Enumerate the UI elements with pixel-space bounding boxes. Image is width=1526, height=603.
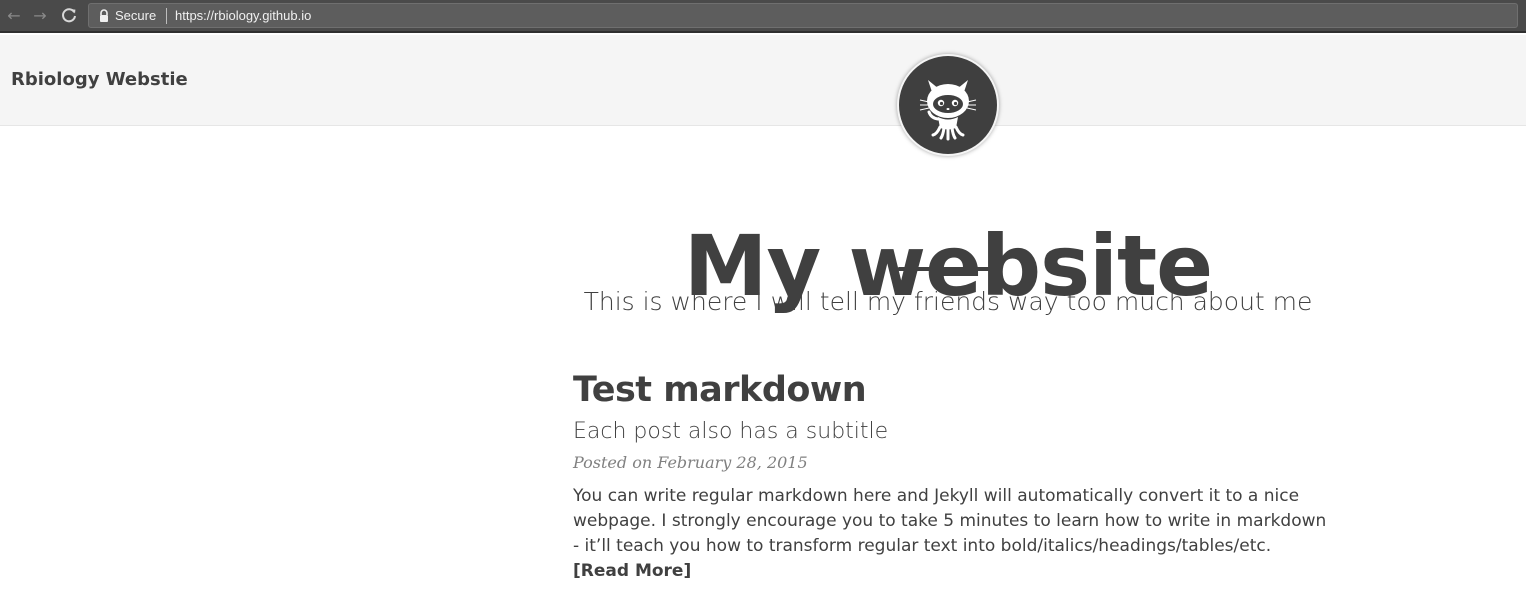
site-navbar: Rbiology Webstie: [0, 35, 1526, 126]
post-preview: Test markdown Each post also has a subti…: [573, 366, 1343, 584]
navbar-brand-link[interactable]: Rbiology Webstie: [11, 68, 188, 92]
post-subtitle: Each post also has a subtitle: [573, 419, 889, 444]
page-subtitle: This is where I will tell my friends way…: [583, 287, 1313, 316]
title-underline: [898, 267, 998, 271]
address-bar[interactable]: Secure https://rbiology.github.io: [88, 3, 1518, 28]
post-excerpt: You can write regular markdown here and …: [573, 486, 1327, 556]
back-arrow-icon[interactable]: ←: [4, 6, 24, 26]
url-separator: [166, 8, 167, 24]
browser-toolbar: ← → Secure https://rbiology.github.io: [0, 0, 1526, 33]
reload-icon[interactable]: [59, 6, 79, 26]
url-text[interactable]: https://rbiology.github.io: [175, 7, 311, 25]
avatar-image: [899, 56, 997, 154]
lock-icon: [98, 8, 112, 24]
post-title-link[interactable]: Test markdown: [573, 366, 1343, 414]
read-more-link[interactable]: [Read More]: [573, 559, 1343, 584]
avatar[interactable]: [897, 54, 999, 156]
github-octocat-icon: [919, 80, 977, 141]
post-meta: Posted on February 28, 2015: [573, 453, 808, 472]
secure-label: Secure: [115, 8, 157, 23]
forward-arrow-icon[interactable]: →: [30, 6, 50, 26]
